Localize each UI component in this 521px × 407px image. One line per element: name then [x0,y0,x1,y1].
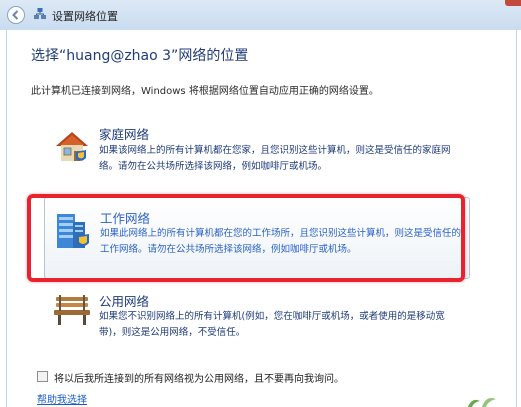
option-title-public: 公用网络 [99,294,150,309]
page-description: 此计算机已连接到网络，Windows 将根据网络位置自动应用正确的网络设置。 [31,86,379,97]
option-title-home: 家庭网络 [99,127,150,142]
option-desc-public: 如果您不识别网络上的所有计算机(例如，您在咖啡厅或机场，或者使用的是移动宽带)，… [99,311,445,338]
back-button[interactable] [7,6,25,24]
help-me-choose-link[interactable]: 帮助我选择 [37,391,87,406]
title-bar: 设置网络位置 [0,0,521,30]
option-home-network[interactable]: 家庭网络 如果该网络上的所有计算机都在您家，且您识别这些计算机，则这是受信任的家… [44,120,470,186]
option-public-network[interactable]: 公用网络 如果您不识别网络上的所有计算机(例如，您在咖啡厅或机场，或者使用的是移… [44,285,470,367]
option-desc-home: 如果该网络上的所有计算机都在您家，且您识别这些计算机，则这是受信任的家庭网络。请… [99,145,451,172]
close-button[interactable] [505,0,521,6]
checkbox-label: 将以后我所连接到的所有网络视为公用网络，且不要再向我询问。 [54,374,344,385]
decorative-leaf-icon [468,398,496,407]
window-title: 设置网络位置 [52,10,118,23]
public-network-checkbox[interactable] [37,371,48,382]
network-icon [34,8,46,19]
park-bench-icon [54,295,90,325]
house-icon [56,132,88,161]
page-heading: 选择“huang@zhao 3”网络的位置 [31,48,249,64]
back-arrow-icon [12,10,19,20]
red-highlight-frame [27,194,465,282]
